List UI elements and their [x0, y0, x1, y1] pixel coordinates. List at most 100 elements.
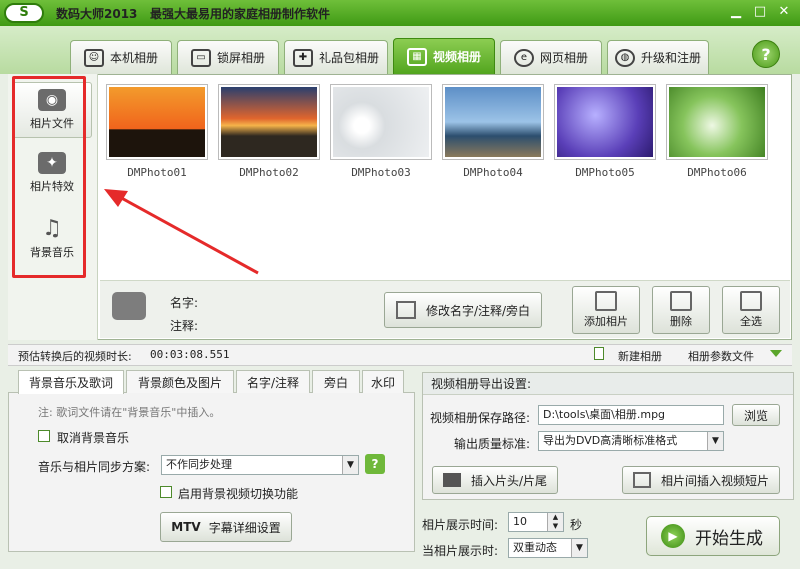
- mtv-subtitle-button[interactable]: MTV 字幕详细设置: [160, 512, 292, 542]
- annotation-arrow: [104, 189, 259, 275]
- maximize-button[interactable]: □: [750, 3, 770, 21]
- ie-icon: e: [513, 48, 534, 67]
- video-camera-icon: [442, 473, 461, 487]
- save-path-input[interactable]: D:\tools\桌面\相册.mpg: [538, 405, 724, 425]
- when-show-label: 当相片展示时:: [422, 544, 499, 558]
- photo-name: DMPhoto05: [575, 166, 635, 179]
- play-icon: ▶: [661, 524, 685, 548]
- delete-button[interactable]: 删除: [652, 286, 710, 334]
- trash-icon: [670, 291, 692, 311]
- sync-select[interactable]: 不作同步处理 ▼: [161, 455, 359, 475]
- browse-button[interactable]: 浏览: [732, 404, 780, 426]
- insert-head-tail-button[interactable]: 插入片头/片尾: [432, 466, 558, 494]
- show-time-label: 相片展示时间:: [422, 518, 499, 532]
- camera-icon: [112, 292, 146, 320]
- button-label: 添加相片: [584, 315, 628, 328]
- edit-icon: [632, 472, 651, 488]
- save-path-label: 视频相册保存路径:: [430, 411, 531, 425]
- edit-icon: [395, 301, 416, 319]
- tab-lockscreen-album[interactable]: ▭ 锁屏相册: [177, 40, 279, 74]
- photo-thumbnail[interactable]: [330, 84, 432, 160]
- when-show-value: 双重动态: [513, 541, 557, 554]
- photo-name: DMPhoto03: [351, 166, 411, 179]
- button-label: 删除: [670, 315, 692, 328]
- highlight-box: [12, 76, 86, 278]
- photo-thumbnail[interactable]: [106, 84, 208, 160]
- tab-label: 网页相册: [539, 51, 588, 65]
- photo-thumbnail[interactable]: [442, 84, 544, 160]
- insert-clip-button[interactable]: 相片间插入视频短片: [622, 466, 780, 494]
- photo-name-label: 名字:: [170, 296, 199, 310]
- button-label: 开始生成: [695, 528, 763, 549]
- chevron-down-icon: ▼: [707, 432, 723, 450]
- bg-video-switch-label: 启用背景视频切换功能: [178, 487, 299, 501]
- button-label: 插入片头/片尾: [470, 473, 548, 488]
- sync-label: 音乐与相片同步方案:: [38, 460, 151, 474]
- photo-name: DMPhoto01: [127, 166, 187, 179]
- start-generate-button[interactable]: ▶ 开始生成: [646, 516, 780, 556]
- film-icon: ▦: [406, 47, 427, 66]
- photo-thumbnail[interactable]: [218, 84, 320, 160]
- tab-bg-color-image[interactable]: 背景颜色及图片: [126, 370, 234, 393]
- photo-thumbnail[interactable]: [666, 84, 768, 160]
- quality-select-value: 导出为DVD高清晰标准格式: [543, 434, 678, 447]
- grid-icon: [740, 291, 762, 311]
- tab-upgrade-register[interactable]: ◍ 升级和注册: [607, 40, 709, 74]
- duration-value: 00:03:08.551: [150, 348, 230, 361]
- cancel-bg-music-checkbox[interactable]: [38, 430, 50, 442]
- photo-name: DMPhoto06: [687, 166, 747, 179]
- show-time-spinner[interactable]: 10 ▲ ▼: [508, 512, 564, 532]
- sync-select-value: 不作同步处理: [166, 458, 232, 471]
- tab-label: 锁屏相册: [216, 51, 265, 65]
- monitor-icon: ▭: [190, 48, 211, 67]
- quality-select[interactable]: 导出为DVD高清晰标准格式 ▼: [538, 431, 724, 451]
- tab-local-album[interactable]: ☺ 本机相册: [70, 40, 172, 74]
- help-button[interactable]: ?: [752, 40, 780, 68]
- chevron-down-icon: ▼: [571, 539, 587, 557]
- button-label: 字幕详细设置: [208, 520, 281, 535]
- button-label: 修改名字/注释/旁白: [425, 303, 531, 318]
- photo-thumbnail[interactable]: [554, 84, 656, 160]
- spinner-arrows-icon: ▲ ▼: [547, 513, 563, 531]
- app-slogan: 最强大最易用的家庭相册制作软件: [150, 7, 331, 21]
- quality-label: 输出质量标准:: [454, 437, 531, 451]
- tab-narration[interactable]: 旁白: [312, 370, 360, 393]
- photo-note-label: 注释:: [170, 319, 199, 333]
- tab-video-album[interactable]: ▦ 视频相册: [393, 38, 495, 74]
- album-params-menu[interactable]: 相册参数文件: [688, 348, 754, 364]
- button-label: 相片间插入视频短片: [660, 473, 769, 488]
- close-button[interactable]: ✕: [774, 3, 794, 21]
- minimize-button[interactable]: ▁: [726, 3, 746, 21]
- tab-bg-music-lyrics[interactable]: 背景音乐及歌词: [18, 370, 124, 394]
- lyrics-note: 注: 歌词文件请在"背景音乐"中插入。: [38, 406, 221, 419]
- gift-icon: ✚: [292, 48, 313, 67]
- tab-label: 本机相册: [109, 51, 158, 65]
- tab-watermark[interactable]: 水印: [362, 370, 404, 393]
- chevron-down-icon: ▼: [342, 456, 358, 474]
- tab-label: 升级和注册: [640, 51, 701, 65]
- tab-web-album[interactable]: e 网页相册: [500, 40, 602, 74]
- globe-icon: ◍: [614, 48, 635, 67]
- when-show-select[interactable]: 双重动态 ▼: [508, 538, 588, 558]
- tab-gift-album[interactable]: ✚ 礼品包相册: [284, 40, 388, 74]
- sync-help-icon[interactable]: ?: [365, 454, 385, 474]
- edit-name-note-button[interactable]: 修改名字/注释/旁白: [384, 292, 542, 328]
- app-logo: S: [4, 3, 44, 23]
- tab-label: 视频相册: [432, 50, 481, 64]
- tab-name-note[interactable]: 名字/注释: [236, 370, 310, 393]
- export-header: 视频相册导出设置:: [423, 373, 793, 395]
- seconds-unit: 秒: [570, 518, 583, 532]
- new-album-link[interactable]: 新建相册: [618, 348, 662, 364]
- photo-name: DMPhoto02: [239, 166, 299, 179]
- computer-user-icon: ☺: [83, 48, 104, 67]
- new-document-icon: [594, 347, 604, 360]
- button-label: 全选: [740, 315, 762, 328]
- show-time-value: 10: [513, 515, 527, 528]
- select-all-button[interactable]: 全选: [722, 286, 780, 334]
- bg-video-switch-checkbox[interactable]: [160, 486, 172, 498]
- photo-name: DMPhoto04: [463, 166, 523, 179]
- dropdown-arrow-icon[interactable]: [770, 350, 782, 357]
- duration-label: 预估转换后的视频时长:: [18, 350, 132, 363]
- cancel-bg-music-label: 取消背景音乐: [57, 431, 130, 445]
- add-photo-button[interactable]: 添加相片: [572, 286, 640, 334]
